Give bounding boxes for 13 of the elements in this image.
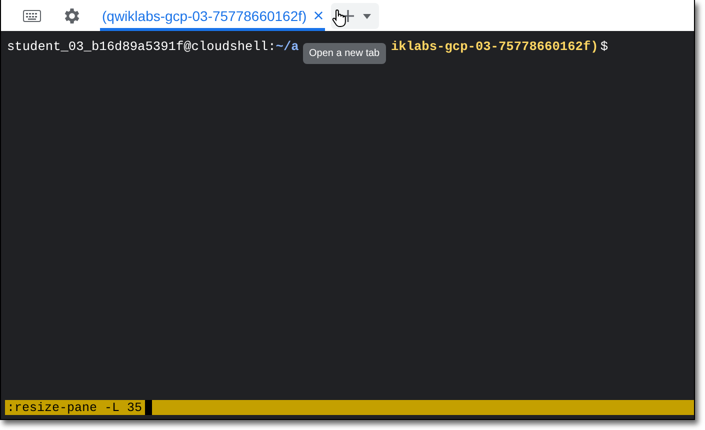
plus-icon — [340, 8, 355, 22]
prompt-project: iklabs-gcp-03-75778660162f) — [390, 39, 598, 54]
close-icon[interactable] — [314, 11, 323, 20]
tooltip: Open a new tab — [303, 43, 386, 64]
settings-icon[interactable] — [62, 6, 82, 26]
hand-cursor-icon — [332, 9, 346, 27]
caret-icon[interactable] — [362, 14, 371, 19]
prompt-symbol: $ — [600, 39, 608, 54]
status-command: :resize-pane -L 35 — [6, 400, 142, 414]
keyboard-icon[interactable] — [23, 10, 41, 22]
prompt-path: ~/a — [276, 39, 299, 54]
prompt-user: student_03_b16d89a5391f@cloudshell: — [7, 39, 276, 54]
cursor-block — [145, 400, 152, 415]
